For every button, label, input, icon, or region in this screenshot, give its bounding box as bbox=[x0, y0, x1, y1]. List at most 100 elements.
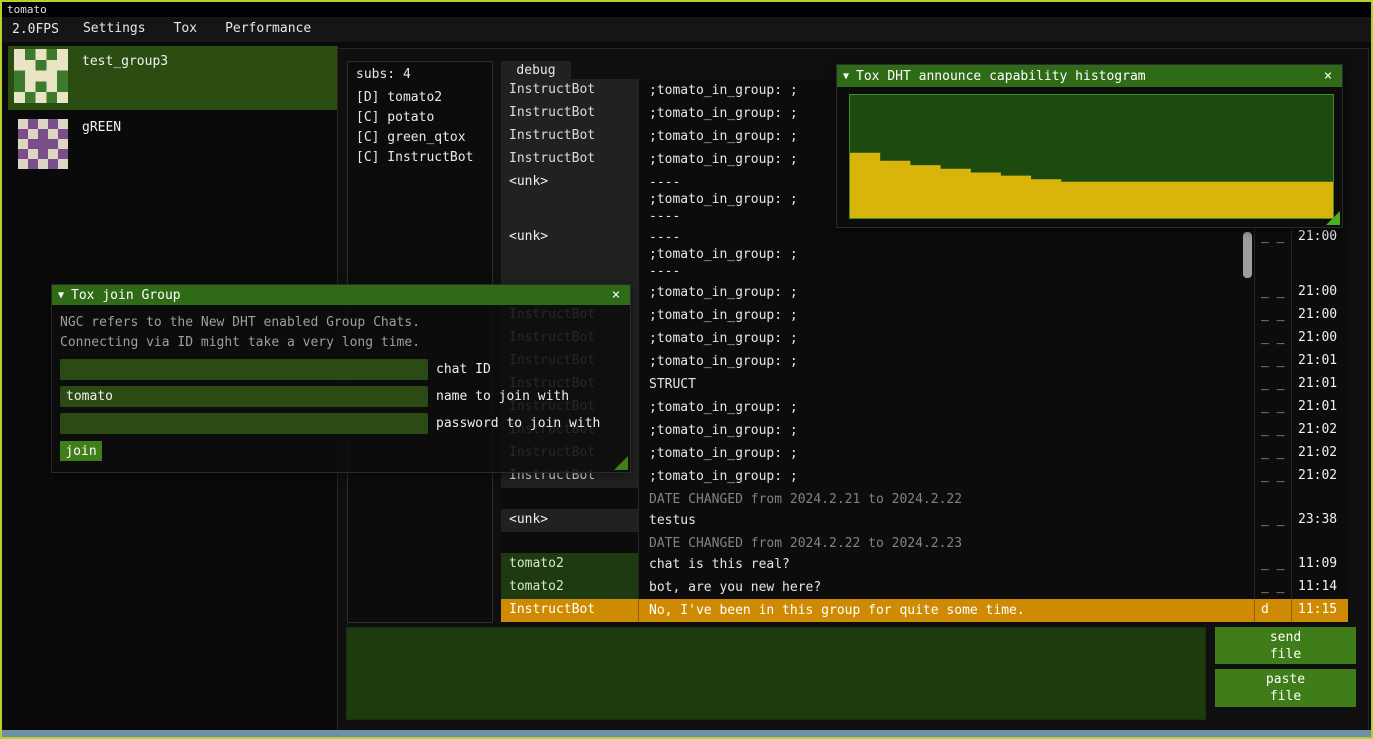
chat-message: ;tomato_in_group: ; bbox=[638, 327, 1241, 350]
chat-message: ;tomato_in_group: ; bbox=[638, 350, 1241, 373]
scrollbar-gap bbox=[1241, 327, 1254, 350]
chat-message: ;tomato_in_group: ; bbox=[638, 442, 1241, 465]
chat-flags bbox=[1254, 532, 1291, 553]
bottom-edge-strip bbox=[2, 730, 1371, 737]
menu-item-performance[interactable]: Performance bbox=[211, 17, 325, 42]
chat-message: ;tomato_in_group: ; bbox=[638, 465, 1241, 488]
join-name-input[interactable] bbox=[60, 386, 428, 407]
subs-item[interactable]: [C] InstructBot bbox=[356, 148, 484, 168]
scrollbar-gap bbox=[1241, 373, 1254, 396]
chat-message: bot, are you new here? bbox=[638, 576, 1241, 599]
send-file-button[interactable]: send file bbox=[1215, 627, 1356, 664]
close-icon[interactable]: × bbox=[608, 287, 624, 303]
chat-row[interactable]: <unk>---- ;tomato_in_group: ; ----_ _21:… bbox=[501, 226, 1348, 281]
chat-message: ;tomato_in_group: ; bbox=[638, 396, 1241, 419]
chat-sender: InstructBot bbox=[501, 148, 638, 171]
chat-time: 21:01 bbox=[1291, 396, 1348, 419]
chat-sender: <unk> bbox=[501, 226, 638, 281]
histogram-plot bbox=[849, 94, 1334, 219]
menu-item-tox[interactable]: Tox bbox=[160, 17, 211, 42]
chat-sender: tomato2 bbox=[501, 553, 638, 576]
fps-counter: 2.0FPS bbox=[2, 22, 69, 37]
chat-flags: _ _ bbox=[1254, 281, 1291, 304]
subs-item[interactable]: [D] tomato2 bbox=[356, 88, 484, 108]
chat-row[interactable]: tomato2bot, are you new here?_ _11:14 bbox=[501, 576, 1348, 599]
chat-time: 21:02 bbox=[1291, 442, 1348, 465]
collapse-arrow-icon[interactable]: ▼ bbox=[843, 71, 849, 82]
chat-flags: _ _ bbox=[1254, 465, 1291, 488]
menu-item-settings[interactable]: Settings bbox=[69, 17, 160, 42]
group-item-gREEN[interactable]: gREEN bbox=[8, 112, 338, 176]
chat-message: DATE CHANGED from 2024.2.21 to 2024.2.22 bbox=[638, 488, 1241, 509]
date-separator-row: DATE CHANGED from 2024.2.21 to 2024.2.22 bbox=[501, 488, 1348, 509]
subs-list: [D] tomato2[C] potato[C] green_qtox[C] I… bbox=[356, 88, 484, 168]
chat-time: 21:00 bbox=[1291, 304, 1348, 327]
app-window: tomato 2.0FPS SettingsToxPerformance tes… bbox=[0, 0, 1373, 739]
chat-row[interactable]: <unk>testus_ _23:38 bbox=[501, 509, 1348, 532]
close-icon[interactable]: × bbox=[1320, 68, 1336, 84]
join-name-label: name to join with bbox=[436, 389, 569, 404]
chat-sender bbox=[501, 488, 638, 509]
chat-id-input[interactable] bbox=[60, 359, 428, 380]
chat-flags: _ _ bbox=[1254, 226, 1291, 281]
menubar: 2.0FPS SettingsToxPerformance bbox=[2, 17, 1371, 42]
chat-scrollbar-thumb[interactable] bbox=[1243, 232, 1252, 278]
scrollbar-gap bbox=[1241, 576, 1254, 599]
chat-sender: InstructBot bbox=[501, 102, 638, 125]
group-item-test_group3[interactable]: test_group3 bbox=[8, 46, 338, 110]
join-name-row: name to join with bbox=[60, 386, 622, 407]
message-input[interactable] bbox=[346, 627, 1206, 720]
chat-sender: <unk> bbox=[501, 509, 638, 532]
chat-time: 21:01 bbox=[1291, 350, 1348, 373]
chat-flags: _ _ bbox=[1254, 509, 1291, 532]
dht-histogram-window: ▼ Tox DHT announce capability histogram … bbox=[837, 65, 1342, 227]
window-title: tomato bbox=[7, 3, 47, 16]
chat-time bbox=[1291, 532, 1348, 553]
join-window-titlebar[interactable]: ▼ Tox join Group × bbox=[52, 285, 630, 305]
chat-time: 23:38 bbox=[1291, 509, 1348, 532]
chat-flags: _ _ bbox=[1254, 396, 1291, 419]
chat-message: STRUCT bbox=[638, 373, 1241, 396]
chat-time: 21:00 bbox=[1291, 327, 1348, 350]
chat-flags: _ _ bbox=[1254, 304, 1291, 327]
scrollbar-gap bbox=[1241, 465, 1254, 488]
scrollbar-gap bbox=[1241, 488, 1254, 509]
chat-time: 21:00 bbox=[1291, 281, 1348, 304]
scrollbar-gap bbox=[1241, 419, 1254, 442]
collapse-arrow-icon[interactable]: ▼ bbox=[58, 290, 64, 301]
histogram-window-titlebar[interactable]: ▼ Tox DHT announce capability histogram … bbox=[837, 65, 1342, 87]
resize-grip[interactable] bbox=[1326, 211, 1340, 225]
scrollbar-gap bbox=[1241, 509, 1254, 532]
chat-message: No, I've been in this group for quite so… bbox=[638, 599, 1241, 622]
join-window-title: Tox join Group bbox=[71, 288, 608, 303]
join-button[interactable]: join bbox=[60, 441, 102, 461]
chat-flags: _ _ bbox=[1254, 350, 1291, 373]
subs-item[interactable]: [C] green_qtox bbox=[356, 128, 484, 148]
menu-items: SettingsToxPerformance bbox=[69, 17, 325, 42]
subs-item[interactable]: [C] potato bbox=[356, 108, 484, 128]
subs-title: subs: 4 bbox=[356, 67, 484, 82]
chat-time: 11:09 bbox=[1291, 553, 1348, 576]
tab-debug[interactable]: debug bbox=[501, 61, 571, 81]
chat-time: 21:00 bbox=[1291, 226, 1348, 281]
chat-row[interactable]: tomato2chat is this real?_ _11:09 bbox=[501, 553, 1348, 576]
chat-time: 11:15 bbox=[1291, 599, 1348, 622]
scrollbar-gap bbox=[1241, 442, 1254, 465]
chat-row[interactable]: InstructBotNo, I've been in this group f… bbox=[501, 599, 1348, 622]
chat-sender: InstructBot bbox=[501, 79, 638, 102]
scrollbar-gap bbox=[1241, 281, 1254, 304]
chat-flags: d bbox=[1254, 599, 1291, 622]
scrollbar-gap bbox=[1241, 553, 1254, 576]
chat-time: 21:02 bbox=[1291, 465, 1348, 488]
join-password-label: password to join with bbox=[436, 416, 600, 431]
paste-file-button[interactable]: paste file bbox=[1215, 669, 1356, 707]
histogram-area bbox=[850, 153, 1333, 218]
chat-time bbox=[1291, 488, 1348, 509]
titlebar: tomato bbox=[2, 2, 1371, 17]
chat-flags: _ _ bbox=[1254, 419, 1291, 442]
resize-grip[interactable] bbox=[614, 456, 628, 470]
group-avatar bbox=[16, 119, 70, 169]
chat-sender bbox=[501, 532, 638, 553]
chat-message: ;tomato_in_group: ; bbox=[638, 304, 1241, 327]
join-password-input[interactable] bbox=[60, 413, 428, 434]
